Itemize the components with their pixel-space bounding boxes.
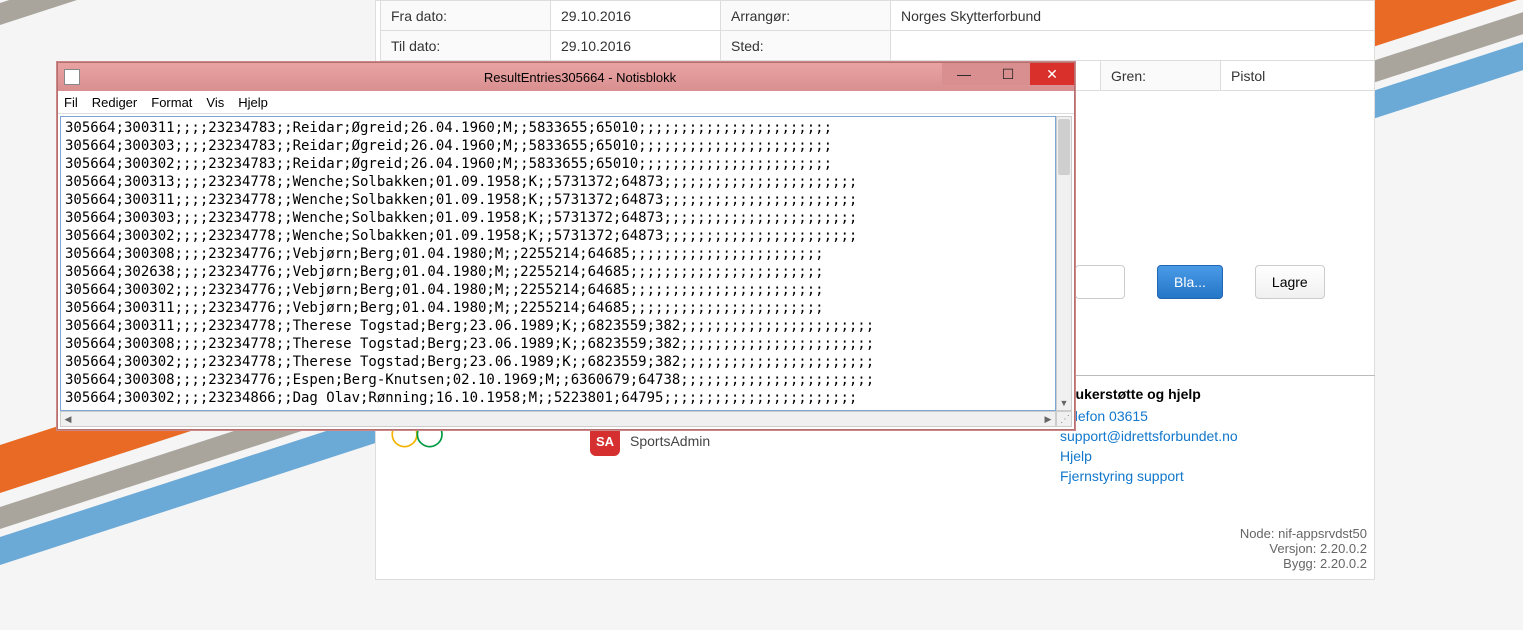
support-help-link[interactable]: Hjelp — [1060, 446, 1238, 466]
notepad-titlebar[interactable]: ResultEntries305664 - Notisblokk — ☐ ✕ — [58, 63, 1074, 91]
support-phone[interactable]: Telefon 03615 — [1060, 406, 1238, 426]
support-email[interactable]: support@idrettsforbundet.no — [1060, 426, 1238, 446]
support-heading: Brukerstøtte og hjelp — [1060, 386, 1238, 402]
node-info: Node: nif-appsrvdst50 — [1240, 526, 1367, 541]
maximize-button[interactable]: ☐ — [986, 63, 1030, 85]
notepad-window[interactable]: ResultEntries305664 - Notisblokk — ☐ ✕ F… — [57, 62, 1075, 430]
brand-sportsadmin[interactable]: SA SportsAdmin — [590, 426, 790, 456]
button-row: Bla... Lagre — [1075, 265, 1325, 299]
save-button[interactable]: Lagre — [1255, 265, 1325, 299]
til-dato-value: 29.10.2016 — [551, 31, 721, 61]
scroll-right-icon[interactable]: ▶ — [1041, 412, 1055, 426]
scroll-left-icon[interactable]: ◀ — [61, 412, 75, 426]
menu-vis[interactable]: Vis — [206, 95, 224, 110]
vertical-scrollbar[interactable]: ▲ ▼ — [1056, 116, 1072, 411]
sportsadmin-icon: SA — [590, 426, 620, 456]
file-input-box[interactable] — [1075, 265, 1125, 299]
menu-fil[interactable]: Fil — [64, 95, 78, 110]
build-info: Node: nif-appsrvdst50 Versjon: 2.20.0.2 … — [1240, 526, 1367, 571]
notepad-title: ResultEntries305664 - Notisblokk — [86, 70, 1074, 85]
browse-button[interactable]: Bla... — [1157, 265, 1223, 299]
gren-value: Pistol — [1221, 61, 1375, 91]
horizontal-scrollbar[interactable]: ◀ ▶ — [60, 411, 1056, 427]
close-button[interactable]: ✕ — [1030, 63, 1074, 85]
sportsadmin-label: SportsAdmin — [630, 433, 710, 449]
scroll-thumb[interactable] — [1058, 119, 1070, 175]
notepad-app-icon — [64, 69, 80, 85]
fra-dato-label: Fra dato: — [381, 1, 551, 31]
support-remote-link[interactable]: Fjernstyring support — [1060, 466, 1238, 486]
resize-grip-icon[interactable]: ⋰ — [1056, 411, 1072, 427]
menu-hjelp[interactable]: Hjelp — [238, 95, 268, 110]
sted-label: Sted: — [721, 31, 891, 61]
til-dato-label: Til dato: — [381, 31, 551, 61]
build-info-line: Bygg: 2.20.0.2 — [1240, 556, 1367, 571]
arrangor-value: Norges Skytterforbund — [891, 1, 1375, 31]
notepad-menubar: Fil Rediger Format Vis Hjelp — [58, 91, 1074, 114]
gren-label: Gren: — [1101, 61, 1221, 91]
scroll-down-icon[interactable]: ▼ — [1057, 396, 1071, 410]
sted-value — [891, 31, 1375, 61]
menu-rediger[interactable]: Rediger — [92, 95, 138, 110]
version-info: Versjon: 2.20.0.2 — [1240, 541, 1367, 556]
menu-format[interactable]: Format — [151, 95, 192, 110]
arrangor-label: Arrangør: — [721, 1, 891, 31]
fra-dato-value: 29.10.2016 — [551, 1, 721, 31]
minimize-button[interactable]: — — [942, 63, 986, 85]
notepad-textarea[interactable]: 305664;300311;;;;23234783;;Reidar;Øgreid… — [60, 116, 1056, 411]
